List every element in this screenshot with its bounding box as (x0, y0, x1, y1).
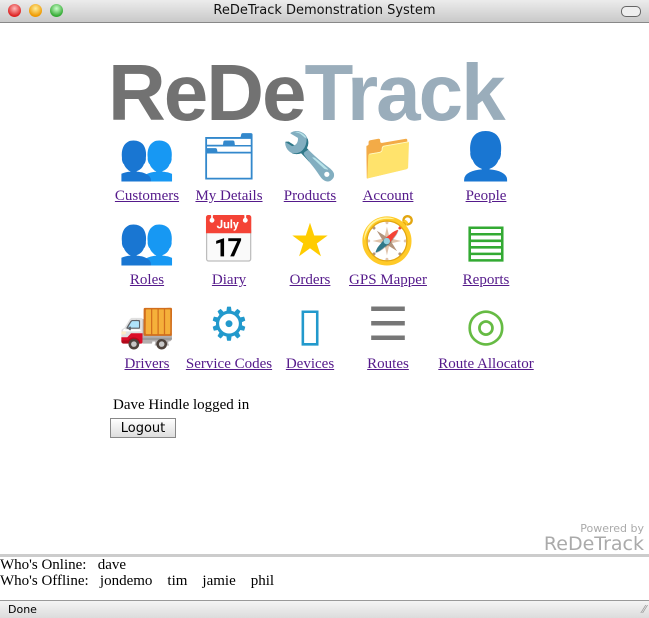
route-map-icon[interactable]: ◎ (456, 296, 516, 354)
menu-item-routes[interactable]: ☰ Routes (333, 296, 443, 373)
window-titlebar: ReDeTrack Demonstration System (0, 0, 649, 23)
offline-users: jondemo tim jamie phil (99, 573, 275, 589)
whos-offline: Who's Offline: jondemo tim jamie phil (0, 573, 274, 590)
menu-link[interactable]: GPS Mapper (333, 272, 443, 289)
my-details-icon[interactable]: 🗂 (199, 128, 259, 186)
menu-link[interactable]: Routes (333, 356, 443, 373)
window-title: ReDeTrack Demonstration System (213, 3, 436, 18)
menu-link[interactable]: People (431, 188, 541, 205)
toolbar-toggle-button[interactable] (621, 6, 641, 17)
star-icon[interactable]: ★ (280, 212, 340, 270)
online-label: Who's Online: (0, 557, 87, 573)
person-icon[interactable]: 👤 (456, 128, 516, 186)
reports-icon[interactable]: ▤ (456, 212, 516, 270)
logo-part1: ReDe (108, 48, 307, 137)
powered-by: Powered by ReDeTrack (543, 522, 644, 555)
menu-item-reports[interactable]: ▤ Reports (431, 212, 541, 289)
status-bar: Done ⁄⁄ (0, 600, 649, 618)
customers-icon[interactable]: 👥 (117, 128, 177, 186)
truck-icon[interactable]: 🚚 (117, 296, 177, 354)
logo-part2: Track (304, 48, 506, 137)
menu-item-account[interactable]: 📁 Account (333, 128, 443, 205)
wrench-icon[interactable]: 🔧 (280, 128, 340, 186)
menu-link[interactable]: Reports (431, 272, 541, 289)
powered-by-logo: ReDeTrack (543, 533, 644, 555)
roles-icon[interactable]: 👥 (117, 212, 177, 270)
routes-list-icon[interactable]: ☰ (358, 296, 418, 354)
redetrack-logo: ReDeTrack (108, 48, 506, 138)
menu-item-route-allocator[interactable]: ◎ Route Allocator (431, 296, 541, 373)
online-users: dave (97, 557, 127, 573)
menu-link[interactable]: Route Allocator (431, 356, 541, 373)
gear-icon[interactable]: ⚙ (199, 296, 259, 354)
account-icon[interactable]: 📁 (358, 128, 418, 186)
compass-icon[interactable]: 🧭 (358, 212, 418, 270)
pda-icon[interactable]: ▯ (280, 296, 340, 354)
menu-link[interactable]: Account (333, 188, 443, 205)
whos-online: Who's Online: dave (0, 557, 126, 574)
resize-grip-icon[interactable]: ⁄⁄ (642, 603, 646, 616)
menu-item-people[interactable]: 👤 People (431, 128, 541, 205)
logged-in-text: Dave Hindle logged in (113, 397, 250, 413)
status-text: Done (8, 603, 37, 616)
menu-item-gps-mapper[interactable]: 🧭 GPS Mapper (333, 212, 443, 289)
logout-button[interactable]: Logout (110, 418, 176, 438)
calendar-icon[interactable]: 📅 (199, 212, 259, 270)
offline-label: Who's Offline: (0, 573, 89, 589)
